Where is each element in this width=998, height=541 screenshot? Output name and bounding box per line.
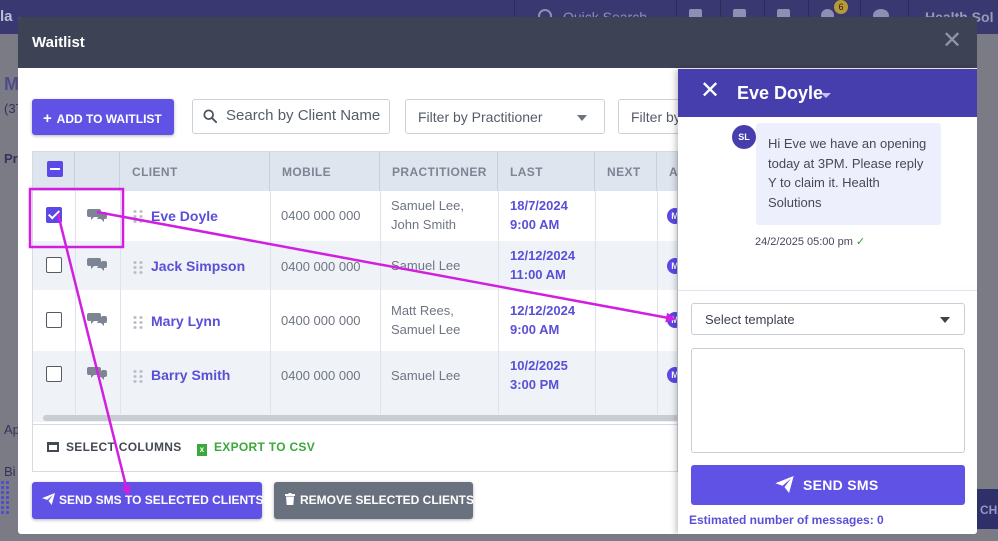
modal-header: Waitlist ✕ bbox=[18, 17, 977, 68]
bg-text: Bi bbox=[4, 464, 16, 479]
bg-button: CHA bbox=[977, 489, 998, 529]
chat-icon[interactable] bbox=[87, 365, 107, 381]
column-a[interactable]: A bbox=[657, 152, 677, 191]
client-mobile: 0400 000 000 bbox=[281, 368, 361, 383]
modal-title: Waitlist bbox=[32, 34, 85, 51]
client-mobile: 0400 000 000 bbox=[281, 208, 361, 223]
template-select-label: Select template bbox=[705, 312, 795, 327]
sms-panel-header: ✕ Eve Doyle bbox=[678, 69, 977, 117]
drag-handle-icon[interactable] bbox=[132, 369, 144, 385]
message-bubble: Hi Eve we have an opening today at 3PM. … bbox=[756, 123, 941, 225]
avatar: SL bbox=[732, 125, 756, 149]
trash-icon bbox=[285, 493, 295, 505]
drag-handle-icon[interactable] bbox=[132, 209, 144, 225]
table-footer: SELECT COLUMNS x EXPORT TO CSV bbox=[33, 424, 677, 471]
client-last-appointment[interactable]: 18/7/2024 9:00 AM bbox=[510, 196, 568, 234]
search-icon bbox=[203, 109, 217, 123]
filter-practitioner-label: Filter by Practitioner bbox=[418, 109, 543, 125]
client-practitioner: Samuel Lee bbox=[391, 258, 461, 273]
status-badge: M bbox=[667, 367, 677, 383]
table-row[interactable]: Barry Smith 0400 000 000 Samuel Lee 10/2… bbox=[33, 351, 677, 414]
client-name[interactable]: Jack Simpson bbox=[151, 258, 245, 274]
client-practitioner: Samuel Lee bbox=[391, 368, 461, 383]
send-sms-selected-button[interactable]: SEND SMS TO SELECTED CLIENTS bbox=[32, 482, 263, 519]
table-row[interactable]: Eve Doyle 0400 000 000 Samuel Lee, John S… bbox=[33, 191, 677, 241]
column-last[interactable]: LAST bbox=[498, 152, 595, 191]
drag-handle-icon[interactable] bbox=[132, 260, 144, 276]
column-mobile[interactable]: MOBILE bbox=[270, 152, 380, 191]
horizontal-scrollbar[interactable] bbox=[33, 414, 677, 422]
check-icon: ✓ bbox=[855, 236, 866, 248]
spreadsheet-icon: x bbox=[197, 444, 207, 456]
table-row[interactable]: Jack Simpson 0400 000 000 Samuel Lee 12/… bbox=[33, 241, 677, 290]
client-name[interactable]: Eve Doyle bbox=[151, 208, 218, 224]
close-icon[interactable]: ✕ bbox=[700, 79, 720, 103]
client-mobile: 0400 000 000 bbox=[281, 313, 361, 328]
notification-badge: 6 bbox=[834, 0, 848, 14]
select-all-checkbox[interactable] bbox=[47, 161, 63, 177]
app-logo: la bbox=[0, 8, 13, 25]
client-practitioner: Samuel Lee, John Smith bbox=[391, 198, 464, 232]
waitlist-modal: Waitlist ✕ + ADD TO WAITLIST Filter by P… bbox=[18, 17, 977, 534]
remove-selected-button[interactable]: REMOVE SELECTED CLIENTS bbox=[274, 482, 474, 519]
chat-icon[interactable] bbox=[87, 256, 107, 272]
select-columns-button[interactable]: SELECT COLUMNS bbox=[47, 440, 182, 454]
chat-icon[interactable] bbox=[87, 311, 107, 327]
column-next[interactable]: NEXT bbox=[595, 152, 657, 191]
row-checkbox[interactable] bbox=[46, 207, 62, 223]
chat-icon[interactable] bbox=[87, 207, 107, 223]
client-name[interactable]: Barry Smith bbox=[151, 367, 230, 383]
client-last-appointment[interactable]: 10/2/2025 3:00 PM bbox=[510, 356, 568, 394]
status-badge: M bbox=[667, 258, 677, 274]
sms-message-input[interactable] bbox=[691, 348, 965, 453]
sms-panel: ✕ Eve Doyle SL Hi Eve we have an opening… bbox=[678, 69, 977, 534]
search-input[interactable] bbox=[226, 107, 386, 124]
client-name[interactable]: Mary Lynn bbox=[151, 313, 221, 329]
client-last-appointment[interactable]: 12/12/2024 11:00 AM bbox=[510, 246, 575, 284]
message-timestamp: 24/2/2025 05:00 pm ✓ bbox=[755, 236, 866, 248]
status-badge: M bbox=[667, 208, 677, 224]
chevron-down-icon bbox=[577, 115, 587, 121]
table-row[interactable]: Mary Lynn 0400 000 000 Matt Rees, Samuel … bbox=[33, 290, 677, 351]
status-badge: M bbox=[667, 312, 677, 328]
waitlist-table: CLIENT MOBILE PRACTITIONER LAST NEXT A E… bbox=[32, 151, 678, 472]
add-button-label: ADD TO WAITLIST bbox=[56, 112, 162, 126]
column-practitioner[interactable]: PRACTITIONER bbox=[380, 152, 498, 191]
scrollbar-thumb[interactable] bbox=[43, 415, 677, 421]
divider bbox=[678, 290, 977, 291]
row-checkbox[interactable] bbox=[46, 257, 62, 273]
paper-plane-icon bbox=[775, 476, 794, 493]
client-search[interactable] bbox=[192, 99, 390, 134]
chat-column bbox=[75, 152, 120, 191]
drag-handle-icon[interactable] bbox=[132, 315, 144, 331]
send-sms-button[interactable]: SEND SMS bbox=[691, 465, 965, 505]
plus-icon: + bbox=[43, 110, 52, 127]
client-mobile: 0400 000 000 bbox=[281, 259, 361, 274]
sms-client-name[interactable]: Eve Doyle bbox=[737, 83, 823, 104]
table-header: CLIENT MOBILE PRACTITIONER LAST NEXT A bbox=[33, 152, 677, 191]
add-to-waitlist-button[interactable]: + ADD TO WAITLIST bbox=[32, 99, 174, 135]
export-csv-button[interactable]: x EXPORT TO CSV bbox=[197, 440, 315, 456]
paper-plane-icon bbox=[42, 493, 55, 505]
filter-practitioner-select[interactable]: Filter by Practitioner bbox=[405, 99, 605, 134]
template-select[interactable]: Select template bbox=[691, 303, 965, 335]
close-icon[interactable]: ✕ bbox=[942, 29, 962, 53]
chevron-down-icon[interactable] bbox=[821, 93, 831, 98]
bg-heading: M bbox=[4, 74, 19, 94]
client-last-appointment[interactable]: 12/12/2024 9:00 AM bbox=[510, 301, 575, 339]
columns-icon bbox=[47, 442, 59, 452]
select-all-column bbox=[33, 152, 75, 191]
row-checkbox[interactable] bbox=[46, 366, 62, 382]
estimated-messages: Estimated number of messages: 0 bbox=[689, 513, 884, 527]
chevron-down-icon bbox=[940, 317, 950, 323]
column-client[interactable]: CLIENT bbox=[120, 152, 270, 191]
row-checkbox[interactable] bbox=[46, 312, 62, 328]
client-practitioner: Matt Rees, Samuel Lee bbox=[391, 303, 461, 337]
bg-text: Pr bbox=[4, 151, 18, 166]
filter-label: Filter by bbox=[631, 109, 681, 125]
grid-dots-icon bbox=[0, 480, 10, 516]
